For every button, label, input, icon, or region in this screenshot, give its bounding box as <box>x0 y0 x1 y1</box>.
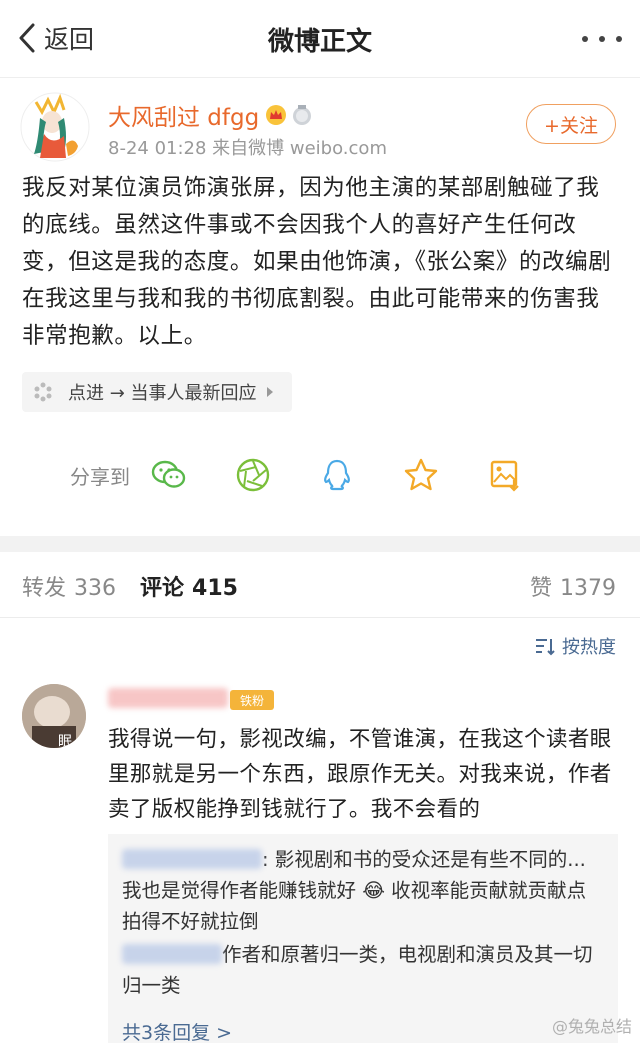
tab-comment[interactable]: 评论 415 <box>140 570 238 602</box>
page-title: 微博正文 <box>0 21 640 58</box>
post-card: 大风刮过 dfgg 8-24 01:28 来自微博 weibo.com +关注 … <box>0 78 640 536</box>
qq-icon[interactable] <box>318 456 356 494</box>
medal-badge-icon <box>291 104 313 126</box>
section-divider <box>0 536 640 552</box>
sort-icon <box>534 635 556 657</box>
star-favorite-icon[interactable] <box>402 456 440 494</box>
commenter-avatar[interactable]: 眠 <box>22 684 86 748</box>
post-meta: 8-24 01:28 来自微博 weibo.com <box>108 134 387 160</box>
moments-icon[interactable] <box>234 456 272 494</box>
tab-like-count: 1379 <box>560 576 616 601</box>
sort-button[interactable]: 按热度 <box>534 632 616 660</box>
commenter-name-blurred[interactable] <box>108 688 228 708</box>
reply-author-blurred[interactable] <box>122 849 262 869</box>
tab-like-label: 赞 <box>530 576 552 601</box>
more-options-icon[interactable] <box>582 24 622 54</box>
share-label: 分享到 <box>70 461 150 490</box>
reply-item[interactable]: 作者和原著归一类，电视剧和演员及其一切归一类 <box>122 939 604 1001</box>
reply-author-blurred[interactable] <box>122 944 222 964</box>
loading-spinner-icon <box>32 381 54 403</box>
tab-repost[interactable]: 转发 336 <box>22 570 116 602</box>
user-name-text: 大风刮过 dfgg <box>108 98 259 132</box>
tab-comment-label: 评论 <box>140 576 184 601</box>
comment-text: 我得说一句，影视改编，不管谁演，在我这个读者眼里那就是另一个东西，跟原作无关。对… <box>108 722 618 827</box>
tab-repost-label: 转发 <box>22 576 66 601</box>
reply-item[interactable]: : 影视剧和书的受众还是有些不同的...我也是觉得作者能赚钱就好 😂 收视率能贡… <box>122 844 604 937</box>
fan-badge: 铁粉 <box>230 690 274 710</box>
watermark: @兔兔总结 <box>552 1013 632 1037</box>
crown-badge-icon <box>265 104 287 126</box>
more-replies-link[interactable]: 共3条回复 > <box>122 1018 232 1045</box>
user-name[interactable]: 大风刮过 dfgg <box>108 98 313 132</box>
save-image-icon[interactable] <box>486 456 524 494</box>
caret-right-icon <box>267 387 273 397</box>
tab-like[interactable]: 赞 1379 <box>530 570 616 602</box>
tab-repost-count: 336 <box>74 576 116 601</box>
avatar[interactable] <box>20 92 90 162</box>
tab-bar: 转发 336 评论 415 赞 1379 <box>0 552 640 618</box>
navbar: 返回 微博正文 <box>0 0 640 78</box>
tab-comment-count: 415 <box>192 576 238 601</box>
avatar-caption: 眠 <box>58 734 72 748</box>
avatar-illustration-icon <box>20 92 90 162</box>
reply-list: : 影视剧和书的受众还是有些不同的...我也是觉得作者能赚钱就好 😂 收视率能贡… <box>108 834 618 1043</box>
share-row: 分享到 <box>70 452 570 498</box>
post-text: 我反对某位演员饰演张屏，因为他主演的某部剧触碰了我的底线。虽然这件事或不会因我个… <box>22 170 622 355</box>
follow-button[interactable]: +关注 <box>526 104 616 144</box>
wechat-icon[interactable] <box>150 456 188 494</box>
topic-link[interactable]: 点进 → 当事人最新回应 <box>22 372 292 412</box>
sort-label: 按热度 <box>562 633 616 659</box>
topic-link-label: 点进 → 当事人最新回应 <box>68 379 257 405</box>
